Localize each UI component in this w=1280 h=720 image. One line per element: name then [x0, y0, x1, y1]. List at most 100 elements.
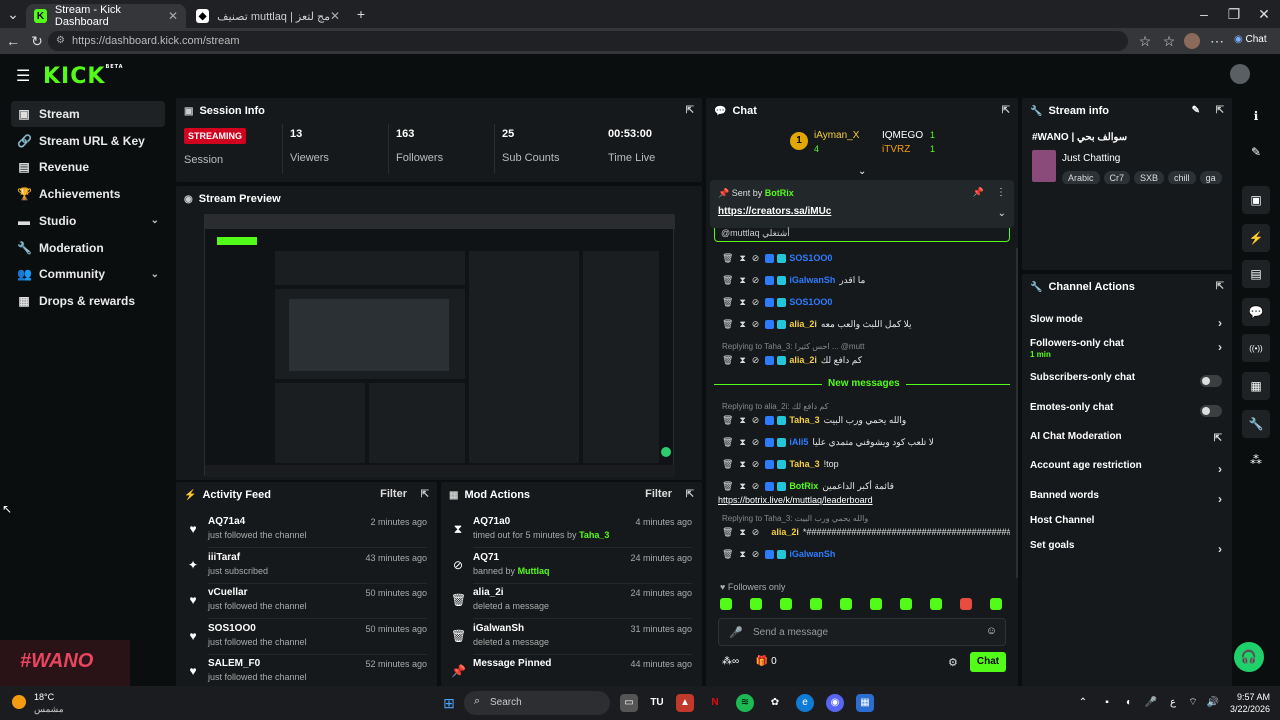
tray-chevron-icon[interactable]: ⌃ [1074, 694, 1092, 712]
collections-icon[interactable]: ☆ [1160, 32, 1178, 50]
channel-action[interactable]: AI Chat Moderation ⇱ [1030, 431, 1226, 455]
reload-icon[interactable]: ↻ [28, 32, 46, 50]
task-view-icon[interactable]: ▭ [620, 694, 638, 712]
sidebar-item[interactable]: ▦ Drops & rewards [11, 288, 165, 314]
close-window-icon[interactable]: ✕ [1255, 5, 1273, 23]
gifter-name[interactable]: iAyman_X [814, 130, 859, 141]
wifi-icon[interactable]: ⌔ [1184, 694, 1202, 712]
gifter-name[interactable]: IQMEGO [882, 130, 923, 141]
stream-tag[interactable]: Arabic [1062, 171, 1100, 184]
sidebar-item[interactable]: ▣ Stream [11, 101, 165, 127]
more-widgets-icon[interactable]: ⁂ [1242, 446, 1270, 474]
support-headset-icon[interactable]: 🎧 [1234, 642, 1264, 672]
wrench-icon[interactable]: 🔧 [1242, 410, 1270, 438]
popout-icon[interactable]: ⇱ [1002, 105, 1010, 116]
tab-kick-dashboard[interactable]: K Stream - Kick Dashboard ✕ [26, 4, 186, 28]
delete-icon[interactable]: 🗑 [722, 437, 733, 448]
category-thumbnail[interactable] [1032, 150, 1056, 182]
ban-icon[interactable]: ⊘ [752, 481, 760, 492]
delete-icon[interactable]: 🗑 [722, 253, 733, 264]
maximize-icon[interactable]: ❐ [1225, 5, 1243, 23]
chevron-right-icon[interactable]: › [1218, 542, 1222, 556]
delete-icon[interactable]: 🗑 [722, 415, 733, 426]
row-username[interactable]: SOS1OO0 [208, 623, 256, 634]
broadcast-icon[interactable]: ((•)) [1242, 334, 1270, 362]
discord-icon[interactable]: ◉ [826, 694, 844, 712]
tab-muttlaq[interactable]: ◆ تصنيف muttlaq | أفضل برنامج لتعز ✕ [188, 4, 348, 28]
timeout-icon[interactable]: ⧗ [739, 253, 745, 264]
kick-logo[interactable]: KICKBETA [43, 64, 124, 89]
emote-icon[interactable] [870, 598, 882, 610]
stream-panel-icon[interactable]: ▣ [1242, 186, 1270, 214]
clock-time[interactable]: 9:57 AM [1226, 692, 1270, 702]
sidebar-item[interactable]: ▤ Revenue [11, 154, 165, 180]
chat-link[interactable]: https://botrix.live/k/muttlaq/leaderboar… [718, 492, 873, 508]
popout-icon[interactable]: ⇱ [686, 105, 694, 116]
chevron-right-icon[interactable]: › [1218, 492, 1222, 506]
mod-filter-button[interactable]: Filter [645, 488, 672, 500]
stream-tag[interactable]: ga [1199, 171, 1222, 184]
toggle-switch[interactable] [1200, 375, 1222, 387]
chat-username[interactable]: SOS1OO0 [789, 297, 832, 307]
close-tab-icon[interactable]: ✕ [330, 9, 340, 23]
pinned-expand-icon[interactable]: ⌄ [998, 208, 1006, 219]
timeout-icon[interactable]: ⧗ [739, 481, 745, 492]
emoji-icon[interactable]: ☺ [986, 625, 997, 637]
back-icon[interactable]: ← [4, 32, 22, 50]
chat-username[interactable]: iGalwanSh [789, 275, 835, 285]
row-username[interactable]: SALEM_F0 [208, 658, 260, 669]
ban-icon[interactable]: ⊘ [752, 437, 760, 448]
chatgpt-icon[interactable]: ✿ [766, 694, 784, 712]
windows-start-icon[interactable]: ⊞ [440, 694, 458, 712]
chat-username[interactable]: alia_2i [789, 319, 817, 329]
chat-send-button[interactable]: Chat [970, 652, 1006, 672]
channel-action[interactable]: Emotes-only chat [1030, 402, 1226, 426]
row-username[interactable]: iGalwanSh [473, 623, 524, 634]
mic-icon[interactable]: 🎤 [1142, 694, 1160, 712]
chevron-down-icon[interactable]: ⌄ [151, 269, 159, 280]
chat-username[interactable]: SOS1OO0 [789, 253, 832, 263]
delete-icon[interactable]: 🗑 [722, 459, 733, 470]
timeout-icon[interactable]: ⧗ [739, 527, 745, 538]
category-name[interactable]: Just Chatting [1062, 153, 1120, 164]
timeout-icon[interactable]: ⧗ [739, 459, 745, 470]
timeout-icon[interactable]: ⧗ [739, 275, 745, 286]
sidebar-item[interactable]: 🔗 Stream URL & Key [11, 128, 165, 154]
sidebar-item[interactable]: ▬ Studio ⌄ [11, 208, 165, 234]
row-username[interactable]: AQ71a0 [473, 516, 510, 527]
chevron-right-icon[interactable]: › [1218, 316, 1222, 330]
emote-icon[interactable] [810, 598, 822, 610]
row-username[interactable]: Message Pinned [473, 658, 551, 669]
pinned-link[interactable]: https://creators.sa/iMUc [718, 206, 831, 217]
netflix-icon[interactable]: N [706, 694, 724, 712]
external-link-icon[interactable]: ⇱ [1214, 433, 1222, 444]
activity-panel-icon[interactable]: ⚡ [1242, 224, 1270, 252]
user-avatar[interactable] [1230, 64, 1250, 84]
timeout-icon[interactable]: ⧗ [739, 549, 745, 560]
ban-icon[interactable]: ⊘ [752, 549, 760, 560]
row-username[interactable]: vCuellar [208, 587, 247, 598]
popout-icon[interactable]: ⇱ [1216, 281, 1224, 292]
row-moderator[interactable]: Muttlaq [518, 566, 550, 576]
sidebar-item[interactable]: 🔧 Moderation [11, 235, 165, 261]
chevron-down-icon[interactable]: ⌄ [151, 215, 159, 226]
chat-scrollbar[interactable] [1016, 248, 1018, 578]
stream-tag[interactable]: chill [1168, 171, 1196, 184]
channel-action[interactable]: Account age restriction › [1030, 460, 1226, 484]
ban-icon[interactable]: ⊘ [752, 355, 760, 366]
menu-icon[interactable]: ☰ [16, 66, 30, 86]
app-icon[interactable]: ▲ [676, 694, 694, 712]
delete-icon[interactable]: 🗑 [722, 549, 733, 560]
tab-list-chevron-icon[interactable]: ⌄ [4, 5, 22, 23]
site-info-icon[interactable]: ⚙ [56, 31, 65, 51]
chat-username[interactable]: Taha_3 [789, 459, 819, 469]
tray-app-icon[interactable]: ◐ [1120, 694, 1138, 712]
popout-icon[interactable]: ⇱ [421, 489, 429, 500]
delete-icon[interactable]: 🗑 [722, 481, 733, 492]
emote-icon[interactable] [930, 598, 942, 610]
emote-icon[interactable] [720, 598, 732, 610]
chat-username[interactable]: Taha_3 [789, 415, 819, 425]
favorites-icon[interactable]: ☆ [1136, 32, 1154, 50]
pinned-user[interactable]: BotRix [765, 188, 794, 198]
unpin-icon[interactable]: 📌 [973, 187, 984, 198]
